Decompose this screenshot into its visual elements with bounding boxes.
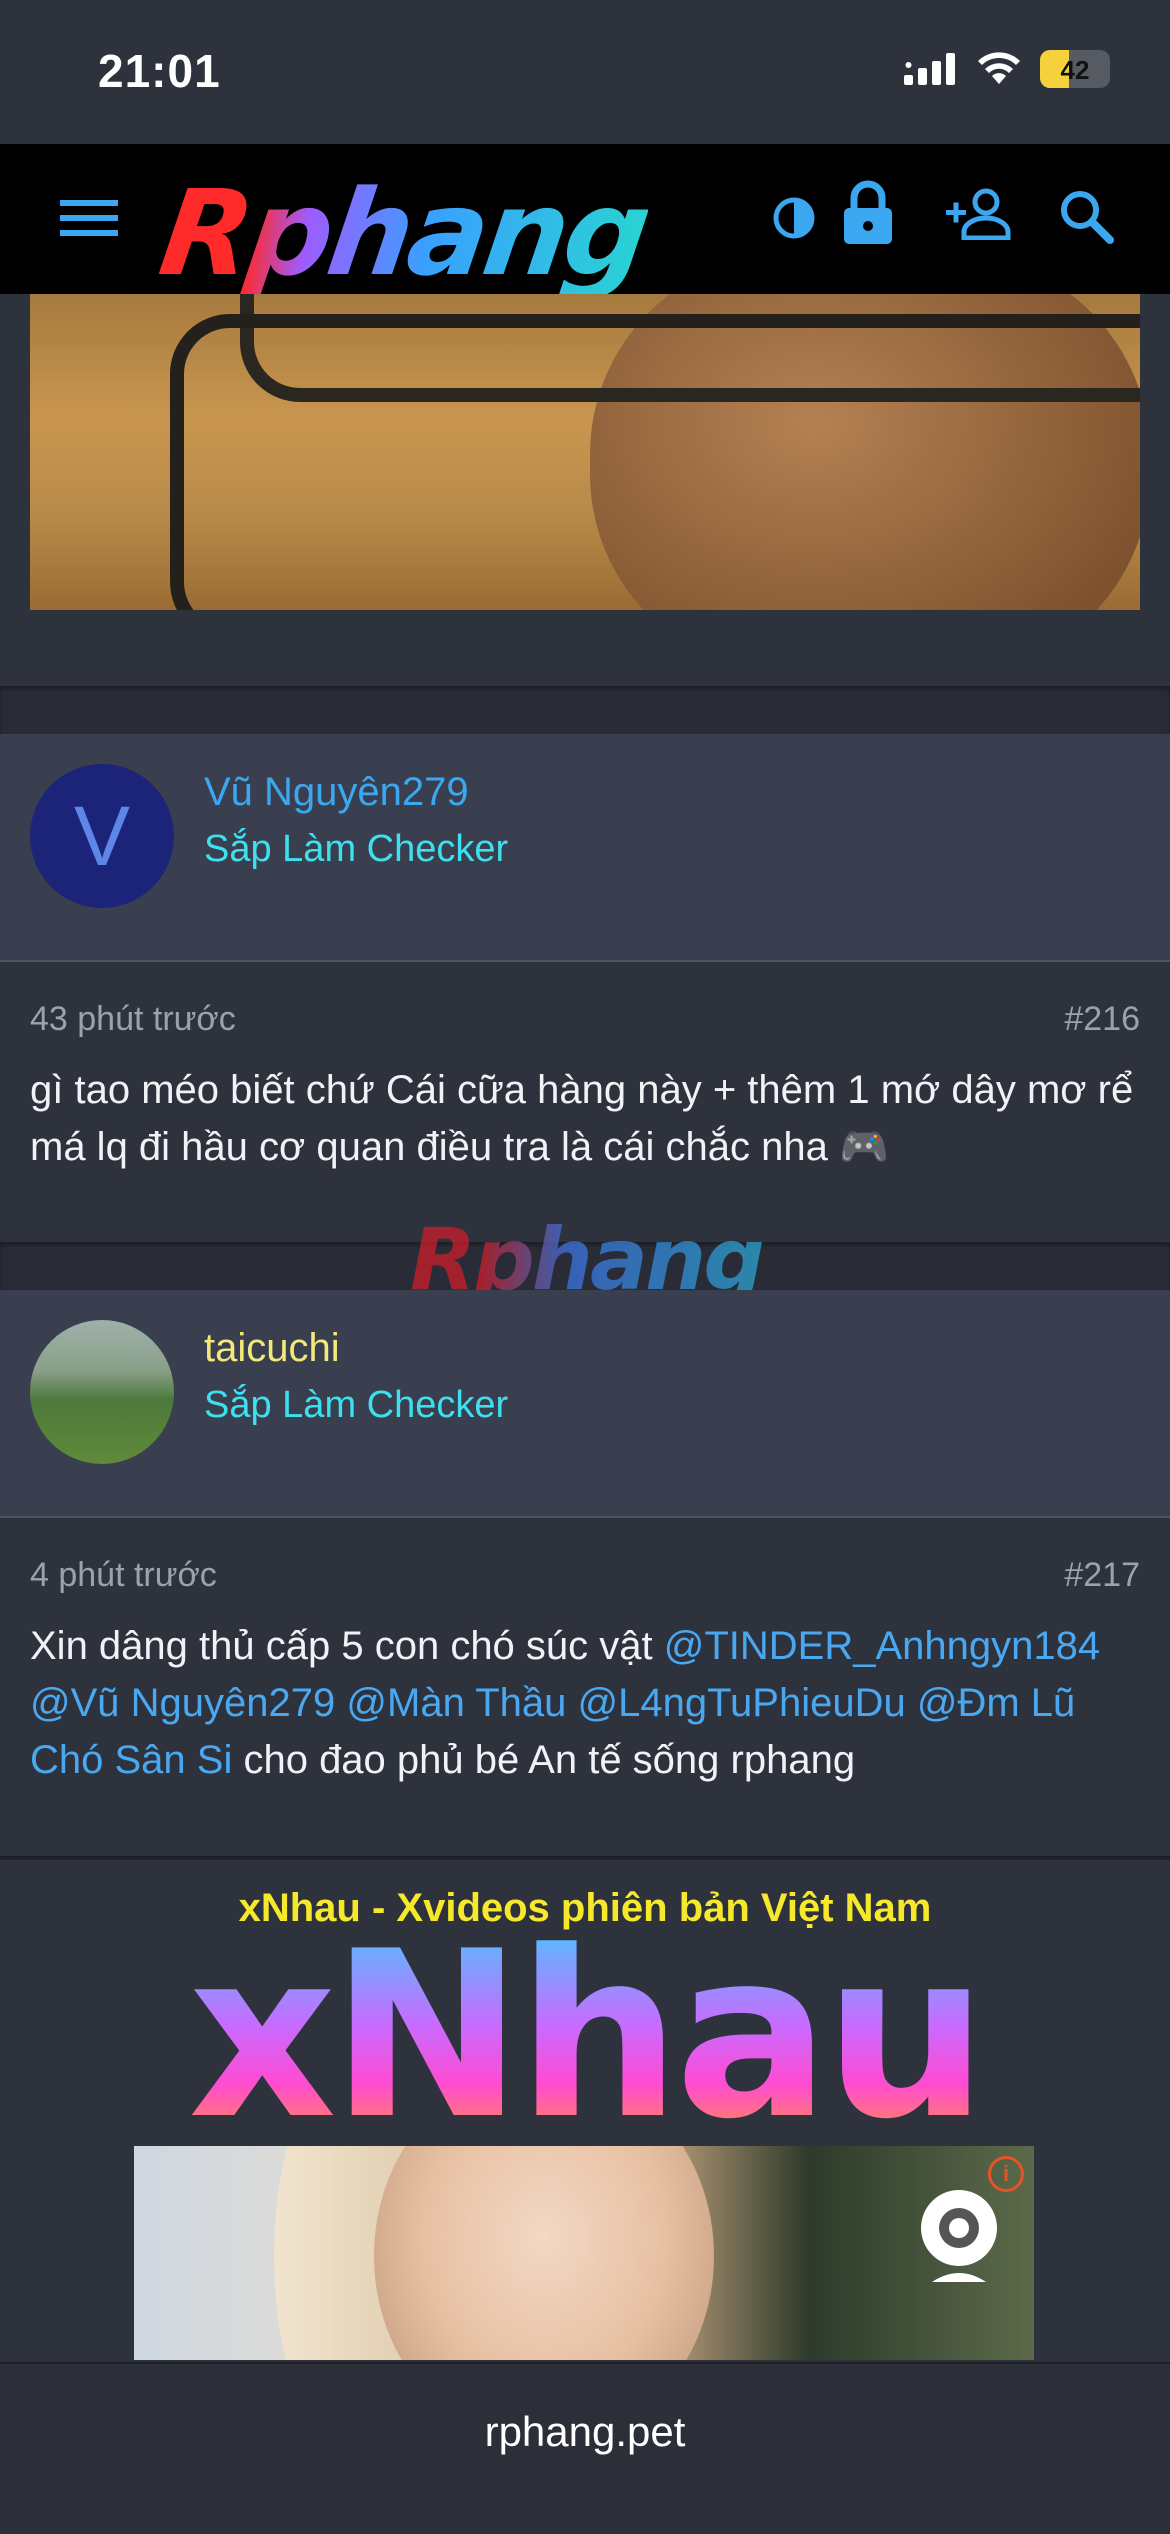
- site-logo[interactable]: Rphang: [152, 164, 655, 302]
- status-time: 21:01: [98, 45, 221, 97]
- user-title: Sắp Làm Checker: [204, 828, 509, 870]
- wifi-icon: [978, 52, 1020, 84]
- post-body: 4 phút trước #217 Xin dâng thủ cấp 5 con…: [0, 1518, 1170, 1856]
- status-bar: 21:01 42: [0, 0, 1170, 144]
- post-separator: [0, 1856, 1170, 1860]
- battery-icon: 42: [1040, 50, 1110, 88]
- ad-banner-image[interactable]: i: [134, 2146, 1034, 2360]
- game-emoji-icon: 🎮: [838, 1125, 889, 1169]
- mention-link[interactable]: @Vũ Nguyên279: [30, 1681, 335, 1725]
- add-user-icon[interactable]: [944, 188, 1012, 240]
- top-navbar: Rphang: [0, 144, 1170, 302]
- user-title: Sắp Làm Checker: [204, 1384, 509, 1426]
- avatar[interactable]: V: [30, 764, 174, 908]
- avatar[interactable]: [30, 1320, 174, 1464]
- ad-logo[interactable]: xNhau: [0, 1922, 1170, 2152]
- theme-toggle-icon[interactable]: [772, 196, 816, 240]
- post-time[interactable]: 4 phút trước: [30, 1556, 217, 1595]
- username[interactable]: taicuchi: [204, 1326, 340, 1371]
- post-text: cho đao phủ bé An tế sống rphang: [232, 1738, 856, 1782]
- ad-info-icon[interactable]: i: [988, 2156, 1024, 2192]
- post-time[interactable]: 43 phút trước: [30, 1000, 236, 1039]
- browser-url-bar[interactable]: rphang.pet: [0, 2362, 1170, 2534]
- mention-link[interactable]: @L4ngTuPhieuDu: [578, 1681, 906, 1725]
- battery-level: 42: [1060, 55, 1090, 85]
- post-body: 43 phút trước #216 gì tao méo biết chứ C…: [0, 962, 1170, 1242]
- url-text[interactable]: rphang.pet: [0, 2408, 1170, 2456]
- status-icons: 42: [904, 50, 1110, 88]
- post-number[interactable]: #217: [1064, 1556, 1140, 1595]
- post-number[interactable]: #216: [1064, 1000, 1140, 1039]
- webcam-icon: [921, 2190, 997, 2282]
- search-icon[interactable]: [1058, 188, 1114, 244]
- lock-icon[interactable]: [842, 180, 894, 246]
- post-image[interactable]: [30, 294, 1140, 610]
- mention-link[interactable]: @TINDER_Anhngyn184: [664, 1624, 1100, 1668]
- signal-icon: [904, 53, 955, 85]
- post-content: gì tao méo biết chứ Cái cữa hàng này + t…: [30, 1062, 1140, 1176]
- menu-icon[interactable]: [60, 196, 118, 240]
- post-text: Xin dâng thủ cấp 5 con chó súc vật: [30, 1624, 664, 1668]
- post-text: gì tao méo biết chứ Cái cữa hàng này + t…: [30, 1068, 1134, 1169]
- post-author-block: taicuchi Sắp Làm Checker: [0, 1290, 1170, 1518]
- post-content: Xin dâng thủ cấp 5 con chó súc vật @TIND…: [30, 1618, 1140, 1789]
- username[interactable]: Vũ Nguyên279: [204, 770, 469, 815]
- post-separator: [0, 686, 1170, 734]
- mention-link[interactable]: @Màn Thầu: [346, 1681, 566, 1725]
- post-author-block: V Vũ Nguyên279 Sắp Làm Checker: [0, 734, 1170, 962]
